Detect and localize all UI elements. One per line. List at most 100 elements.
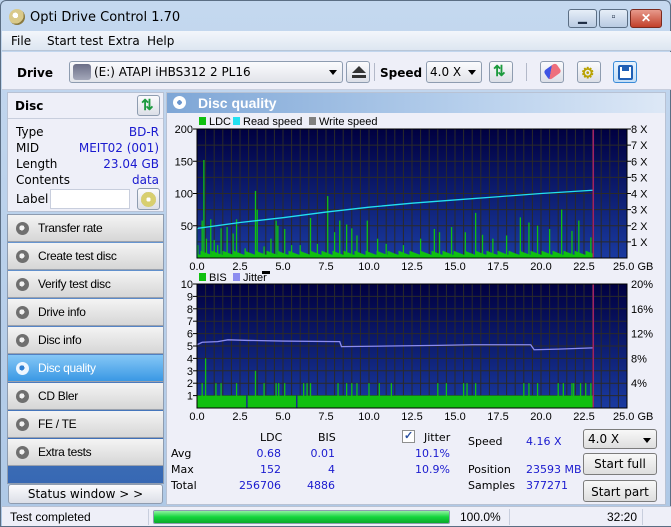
- close-icon: ✕: [640, 11, 652, 25]
- legend-swatch: [199, 117, 206, 125]
- disc-label-button[interactable]: [137, 188, 160, 210]
- sidebar: Disc ⇅ Type BD-R MID MEIT02 (001) Length…: [6, 92, 164, 505]
- stats-avg-ldc: 0.68: [256, 447, 282, 460]
- nav-create-test-disc[interactable]: Create test disc: [8, 243, 163, 270]
- disc-length-key: Length: [16, 157, 58, 171]
- x-tick-label: 22.5: [573, 411, 594, 423]
- disc-contents-row: Contents data: [16, 173, 159, 189]
- nav-transfer-rate[interactable]: Transfer rate: [8, 215, 163, 242]
- minimize-button[interactable]: ▁: [568, 9, 597, 28]
- x-tick-label: 15.0: [444, 411, 465, 423]
- toolbar-separator: [374, 63, 375, 81]
- nav-label: Disc info: [38, 333, 82, 347]
- y-right-tick-label: 16%: [631, 304, 653, 316]
- disc-type-row: Type BD-R: [16, 125, 159, 141]
- progress-bar: [153, 510, 450, 524]
- status-separator: [642, 509, 643, 525]
- disc-length-value: 23.04 GB: [103, 157, 159, 171]
- stats-avg-jitter: 10.1%: [415, 447, 450, 460]
- nav-fe-te[interactable]: FE / TE: [8, 411, 163, 438]
- nav-drive-info[interactable]: Drive info: [8, 299, 163, 326]
- legend-swatch: [233, 117, 240, 125]
- y-right-tick-label: 12%: [631, 329, 653, 341]
- elapsed-time: 32:20: [607, 510, 638, 524]
- x-tick-label: 0.0: [189, 411, 204, 423]
- nav-disc-info[interactable]: Disc info: [8, 327, 163, 354]
- maximize-icon: ▫: [611, 11, 616, 23]
- nav-label: FE / TE: [38, 417, 77, 431]
- menu-help[interactable]: Help: [147, 34, 174, 48]
- disc-title: Disc: [15, 99, 44, 113]
- save-button[interactable]: [613, 61, 637, 83]
- status-separator: [148, 509, 149, 525]
- erase-button[interactable]: [540, 61, 564, 83]
- stats-header-jitter: Jitter: [424, 431, 451, 444]
- menu-bar: File Start test Extra Help: [2, 31, 671, 51]
- refresh-speed-button[interactable]: ⇅: [489, 61, 513, 83]
- y-left-tick-label: 9: [187, 291, 193, 303]
- stats-avg-label: Avg: [171, 447, 192, 460]
- x-tick-label: 2.5: [232, 411, 247, 423]
- start-part-button[interactable]: Start part: [583, 480, 657, 502]
- nav-extra-tests[interactable]: Extra tests: [8, 439, 163, 466]
- y-right-tick-label: 8 X: [631, 124, 648, 136]
- speed-readout-value: 4.16 X: [526, 435, 562, 448]
- stats-total-ldc: 256706: [239, 479, 281, 492]
- legend-swatch: [233, 273, 240, 281]
- nav-label: Verify test disc: [38, 277, 111, 291]
- menu-start-test[interactable]: Start test: [47, 34, 103, 48]
- test-speed-value: 4.0 X: [588, 432, 620, 446]
- y-left-tick-label: 5: [187, 341, 193, 353]
- close-button[interactable]: ✕: [630, 9, 662, 28]
- stats-max-label: Max: [171, 463, 194, 476]
- disc-icon: [16, 390, 29, 403]
- panel-title: Disc quality: [198, 95, 277, 111]
- test-speed-select[interactable]: 4.0 X: [583, 429, 657, 449]
- panel-header: Disc quality: [167, 93, 665, 113]
- y-left-tick-label: 6: [187, 329, 193, 341]
- chevron-down-icon: [329, 70, 337, 75]
- y-left-tick-label: 8: [187, 304, 193, 316]
- disc-label-input[interactable]: [50, 189, 130, 209]
- disc-panel: Disc ⇅ Type BD-R MID MEIT02 (001) Length…: [7, 92, 164, 212]
- start-full-button[interactable]: Start full: [583, 453, 657, 475]
- y-left-tick-label: 2: [187, 378, 193, 390]
- y-left-tick-label: 1: [187, 391, 193, 403]
- eject-button[interactable]: [346, 61, 370, 83]
- position-value: 23593 MB: [526, 463, 582, 476]
- nav-label: Extra tests: [38, 445, 92, 459]
- settings-button[interactable]: ⚙: [577, 61, 601, 83]
- nav-cd-bler[interactable]: CD Bler: [8, 383, 163, 410]
- samples-value: 377271: [526, 479, 568, 492]
- y-left-tick-label: 150: [175, 156, 193, 168]
- menu-extra[interactable]: Extra: [108, 34, 140, 48]
- app-window: Opti Drive Control 1.70 ▁ ▫ ✕ File Start…: [0, 0, 671, 527]
- nav-verify-test-disc[interactable]: Verify test disc: [8, 271, 163, 298]
- maximize-button[interactable]: ▫: [599, 9, 628, 28]
- menu-file[interactable]: File: [11, 34, 31, 48]
- disc-label-key: Label: [16, 192, 49, 206]
- refresh-icon: ⇅: [141, 97, 154, 114]
- speed-value: 4.0 X: [430, 65, 462, 79]
- drive-value: (E:) ATAPI iHBS312 2 PL16: [94, 65, 251, 79]
- drive-icon: [73, 64, 91, 80]
- disc-type-value: BD-R: [128, 125, 159, 139]
- x-tick-label: 5.0: [275, 411, 290, 423]
- nav-disc-quality[interactable]: Disc quality: [8, 355, 163, 382]
- x-tick-label: 12.5: [401, 411, 422, 423]
- jitter-checkbox[interactable]: [402, 429, 415, 443]
- title-bar: Opti Drive Control 1.70 ▁ ▫ ✕: [1, 1, 670, 31]
- test-nav: Transfer rate Create test disc Verify te…: [7, 214, 164, 484]
- speed-select[interactable]: 4.0 X: [426, 61, 482, 83]
- status-bar: Test completed 100.0% 32:20: [2, 506, 671, 526]
- drive-select[interactable]: (E:) ATAPI iHBS312 2 PL16: [69, 61, 343, 83]
- disc-refresh-button[interactable]: ⇅: [137, 95, 160, 116]
- nav-label: Create test disc: [38, 249, 117, 263]
- status-window-button[interactable]: Status window > >: [8, 484, 163, 504]
- legend-label: LDC: [209, 116, 231, 128]
- ldc-chart: 0.0 2.5 5.0 7.5 10.0 12.5 15.0 17.5 20.0 22.5 25.0…: [175, 116, 654, 273]
- disc-length-row: Length 23.04 GB: [16, 157, 159, 173]
- disc-type-key: Type: [16, 125, 44, 139]
- stats-total-bis: 4886: [307, 479, 335, 492]
- drive-label: Drive: [17, 66, 53, 80]
